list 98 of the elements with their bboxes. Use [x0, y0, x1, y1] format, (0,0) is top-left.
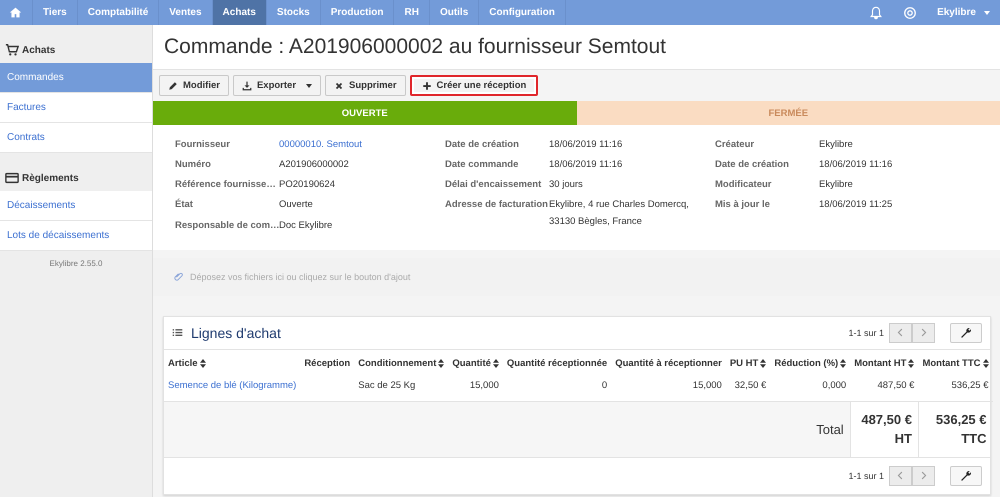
article-link[interactable]: Semence de blé (Kilogramme) — [168, 380, 296, 391]
paperclip-icon — [173, 271, 184, 282]
toolbar-button[interactable]: Créer une réception — [410, 75, 538, 96]
total-ht: 487,50 € HT — [850, 401, 918, 457]
table-cell: 487,50 € — [850, 374, 918, 402]
help-icon — [903, 6, 918, 20]
sort-icon — [908, 358, 914, 368]
column-header[interactable]: Réduction (%) — [770, 350, 850, 375]
cart-icon — [5, 43, 19, 57]
page-title: Commande : A201906000002 au fournisseur Semtout — [164, 35, 666, 59]
toolbar-button[interactable]: Exporter — [232, 75, 322, 96]
wrench-icon — [960, 326, 972, 339]
field-label: Date de création — [445, 139, 520, 152]
caret-icon — [306, 84, 312, 88]
supplier-link[interactable]: 00000010. Semtout — [279, 137, 445, 154]
field-value: Ekylibre, 4 rue Charles Domercq, 33130 Bègles, France — [549, 198, 690, 229]
field-value: 18/06/2019 11:16 — [549, 138, 624, 152]
download-icon — [242, 80, 252, 90]
previous-page-button[interactable] — [889, 466, 912, 486]
user-menu[interactable]: Ekylibre — [927, 0, 1000, 25]
sort-icon — [982, 358, 988, 368]
sort-icon — [840, 358, 846, 368]
field-value: Ouverte — [279, 198, 314, 212]
version-label: Ekylibre 2.55.0 — [48, 258, 104, 270]
toolbar-button[interactable]: Supprimer — [325, 75, 406, 96]
status-step: OUVERTE — [153, 101, 576, 125]
wrench-icon — [960, 470, 972, 482]
sidebar-section-title: Règlements — [22, 172, 79, 184]
field-label: Adresse de facturation — [445, 199, 549, 212]
table-cell: 32,50 € — [726, 374, 770, 402]
close-icon — [334, 80, 344, 90]
field-label: Responsable de com… — [175, 220, 279, 233]
field-value: A201906000002 — [279, 158, 350, 172]
field-value: PO20190624 — [279, 178, 336, 192]
field-label: Date commande — [445, 159, 520, 172]
field-label: Fournisseur — [175, 139, 231, 152]
field-label: Numéro — [175, 159, 212, 172]
bell-icon — [869, 6, 884, 20]
status-step: FERMÉE — [576, 101, 1000, 125]
table-cell: 15,000 — [611, 374, 726, 402]
field-value: 18/06/2019 11:25 — [819, 198, 892, 212]
sort-icon — [492, 358, 499, 368]
field-label: Délai d'encaissement — [445, 179, 542, 192]
next-page-button[interactable] — [912, 322, 935, 343]
column-header: Quantité à réceptionner — [611, 350, 726, 375]
field-label: Modificateur — [715, 179, 772, 192]
home-icon — [9, 6, 22, 19]
sidebar-item[interactable]: Lots de décaissements — [0, 221, 152, 251]
credit-card-icon — [5, 171, 19, 185]
dropzone-hint: Déposez vos fichiers ici ou cliquez sur le bouton d'ajout — [190, 272, 410, 282]
nav-menu-item[interactable]: Achats — [212, 0, 267, 25]
table-cell: Sac de 25 Kg — [354, 374, 448, 402]
field-label: Référence fournisse… — [175, 179, 277, 192]
settings-button[interactable] — [950, 322, 982, 343]
field-value: Ekylibre — [819, 178, 854, 192]
table-cell: 0,000 — [770, 374, 850, 402]
sort-icon — [760, 358, 766, 368]
column-header: Réception — [300, 350, 354, 375]
settings-button[interactable] — [950, 466, 982, 486]
total-label: Total — [816, 422, 844, 437]
sidebar-item[interactable]: Contrats — [0, 123, 152, 153]
pencil-icon — [168, 80, 178, 90]
field-label: Date de création — [715, 159, 790, 172]
sidebar-section-title: Achats — [22, 44, 56, 56]
caret-icon — [984, 10, 990, 14]
field-value: 30 jours — [549, 178, 584, 192]
sidebar-item[interactable]: Commandes — [0, 63, 152, 93]
column-header: Quantité réceptionnée — [502, 350, 612, 375]
field-label: Créateur — [715, 139, 756, 152]
field-label: État — [175, 199, 194, 212]
user-name: Ekylibre — [937, 7, 976, 18]
sidebar-item[interactable]: Factures — [0, 93, 152, 123]
column-header[interactable]: Montant TTC — [918, 350, 992, 375]
sort-icon — [200, 358, 206, 368]
column-header[interactable]: Quantité — [448, 350, 503, 375]
table-cell: 0 — [502, 374, 612, 402]
table-cell: 15,000 — [448, 374, 503, 402]
list-icon — [172, 327, 183, 338]
previous-page-button[interactable] — [889, 322, 912, 343]
field-value: Ekylibre — [819, 138, 854, 152]
column-header[interactable]: Conditionnement — [354, 350, 448, 375]
column-header[interactable]: Montant HT — [850, 350, 918, 375]
table-cell: 536,25 € — [918, 374, 992, 402]
toolbar-button[interactable]: Modifier — [159, 75, 229, 96]
sidebar-item[interactable]: Décaissements — [0, 191, 152, 221]
column-header[interactable]: PU HT — [726, 350, 770, 375]
sort-icon — [438, 358, 444, 368]
field-value: 18/06/2019 11:16 — [549, 158, 624, 172]
next-page-button[interactable] — [912, 466, 935, 486]
plus-icon — [422, 80, 432, 90]
pagination-count: 1-1 sur 1 — [848, 328, 884, 338]
card-title: Lignes d'achat — [191, 324, 281, 341]
field-label: Mis à jour le — [715, 199, 771, 212]
total-ttc: 536,25 € TTC — [918, 401, 992, 457]
pagination-count: 1-1 sur 1 — [848, 470, 884, 481]
column-header[interactable]: Article — [164, 350, 300, 375]
field-value: Doc Ekylibre — [279, 218, 334, 233]
field-value: 18/06/2019 11:16 — [819, 158, 892, 172]
